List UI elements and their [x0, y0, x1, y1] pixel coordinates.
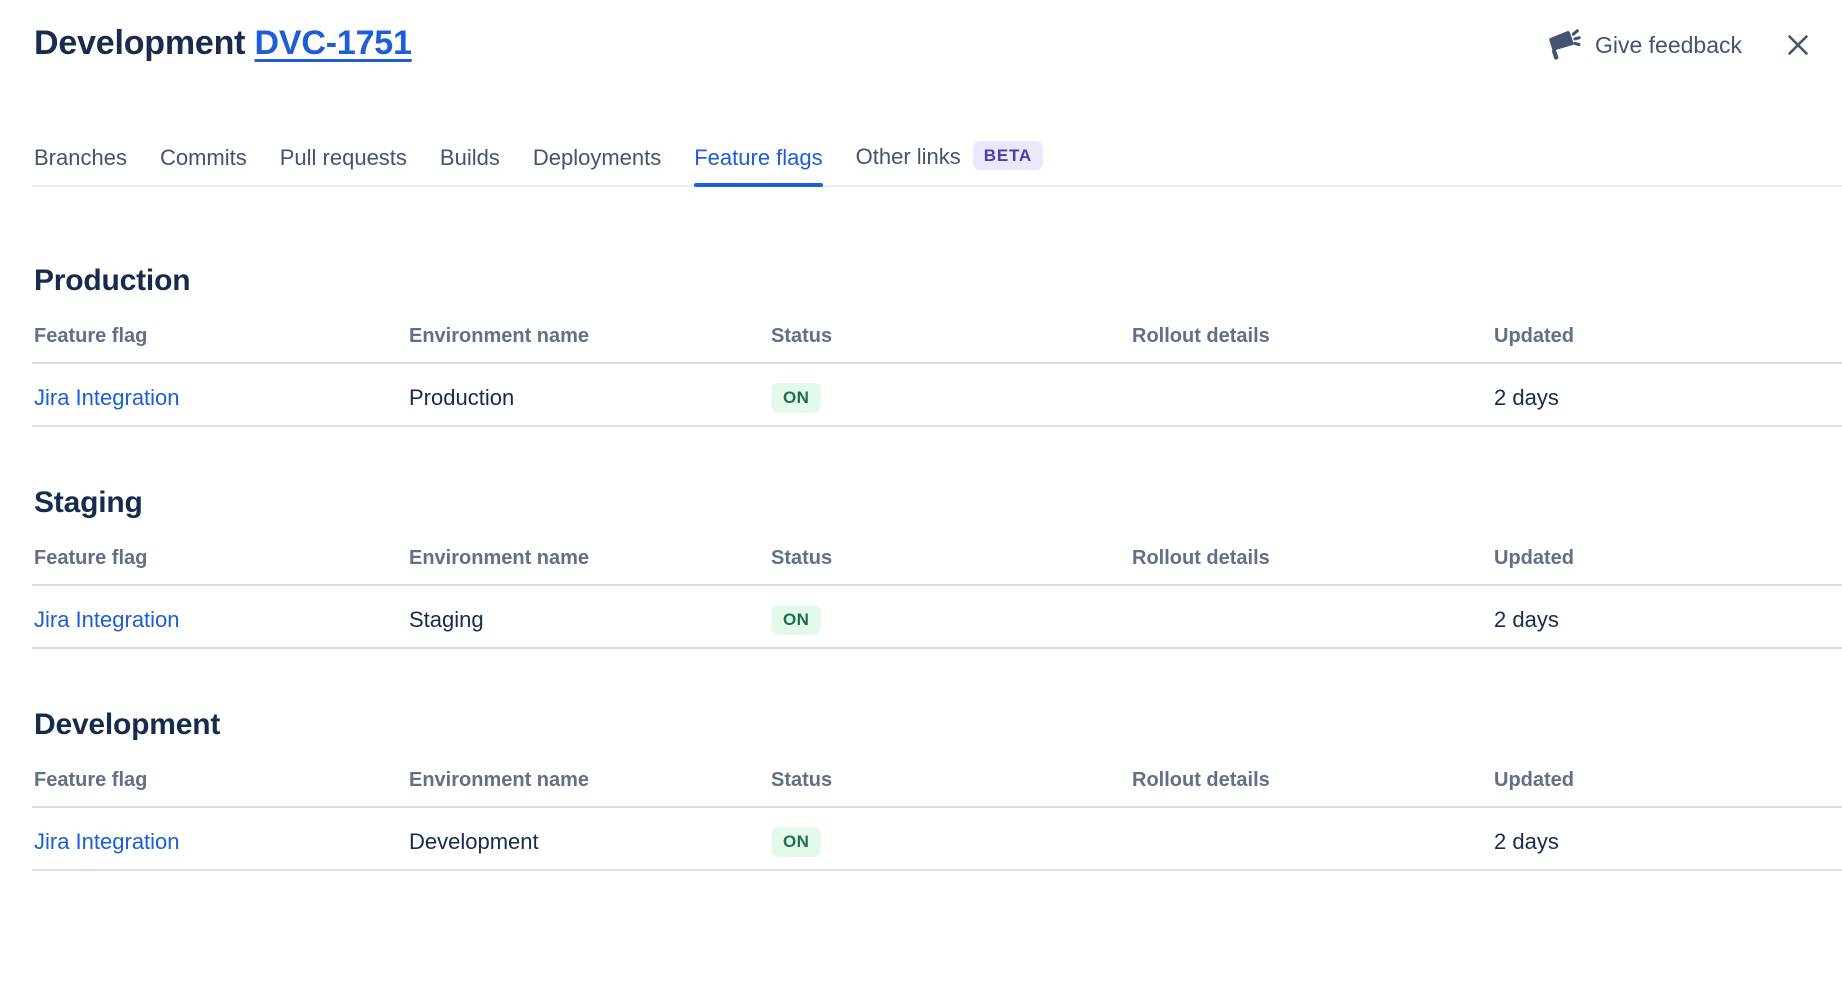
- col-header-status: Status: [771, 743, 1132, 807]
- feature-flag-link[interactable]: Jira Integration: [34, 385, 180, 410]
- section-heading: Staging: [34, 485, 1842, 521]
- status-badge: ON: [771, 383, 821, 413]
- col-header-status: Status: [771, 521, 1132, 585]
- col-header-rollout-details: Rollout details: [1132, 521, 1494, 585]
- col-header-feature-flag: Feature flag: [32, 521, 409, 585]
- tab-other-links-label: Other links: [856, 144, 961, 170]
- col-header-updated: Updated: [1494, 743, 1842, 807]
- table-header-row: Feature flag Environment name Status Rol…: [32, 743, 1842, 807]
- feature-flag-table: Feature flag Environment name Status Rol…: [32, 743, 1842, 871]
- rollout-details-cell: [1132, 807, 1494, 870]
- col-header-feature-flag: Feature flag: [32, 743, 409, 807]
- tab-other-links[interactable]: Other links BETA: [856, 142, 1043, 185]
- col-header-environment-name: Environment name: [409, 743, 771, 807]
- table-row: Jira Integration Staging ON 2 days: [32, 585, 1842, 648]
- environment-name-cell: Development: [409, 807, 771, 870]
- environment-name-cell: Staging: [409, 585, 771, 648]
- col-header-environment-name: Environment name: [409, 521, 771, 585]
- panel-header: Development DVC-1751 Give feedback: [0, 0, 1842, 64]
- tab-commits[interactable]: Commits: [160, 145, 247, 185]
- close-button[interactable]: [1784, 31, 1812, 59]
- feature-flag-link[interactable]: Jira Integration: [34, 607, 180, 632]
- table-row: Jira Integration Production ON 2 days: [32, 363, 1842, 426]
- header-actions: Give feedback: [1545, 28, 1812, 62]
- table-header-row: Feature flag Environment name Status Rol…: [32, 299, 1842, 363]
- table-header-row: Feature flag Environment name Status Rol…: [32, 521, 1842, 585]
- page-title: Development DVC-1751: [34, 22, 412, 64]
- give-feedback-button[interactable]: Give feedback: [1545, 28, 1742, 62]
- tab-feature-flags[interactable]: Feature flags: [694, 145, 822, 185]
- tab-bar: Branches Commits Pull requests Builds De…: [32, 64, 1842, 187]
- tab-deployments[interactable]: Deployments: [533, 145, 661, 185]
- issue-key-link[interactable]: DVC-1751: [255, 24, 412, 62]
- section-heading: Development: [34, 707, 1842, 743]
- col-header-updated: Updated: [1494, 521, 1842, 585]
- tab-builds[interactable]: Builds: [440, 145, 500, 185]
- tab-pull-requests[interactable]: Pull requests: [280, 145, 407, 185]
- status-badge: ON: [771, 827, 821, 857]
- section-development: Development Feature flag Environment nam…: [0, 707, 1842, 871]
- page-title-text: Development: [34, 24, 245, 62]
- col-header-status: Status: [771, 299, 1132, 363]
- updated-cell: 2 days: [1494, 363, 1842, 426]
- feature-flag-table: Feature flag Environment name Status Rol…: [32, 521, 1842, 649]
- col-header-feature-flag: Feature flag: [32, 299, 409, 363]
- feature-flags-panel: Production Feature flag Environment name…: [0, 263, 1842, 871]
- updated-cell: 2 days: [1494, 585, 1842, 648]
- section-heading: Production: [34, 263, 1842, 299]
- col-header-environment-name: Environment name: [409, 299, 771, 363]
- beta-badge: BETA: [973, 141, 1043, 170]
- rollout-details-cell: [1132, 363, 1494, 426]
- rollout-details-cell: [1132, 585, 1494, 648]
- tab-branches[interactable]: Branches: [34, 145, 127, 185]
- environment-name-cell: Production: [409, 363, 771, 426]
- feature-flag-table: Feature flag Environment name Status Rol…: [32, 299, 1842, 427]
- col-header-updated: Updated: [1494, 299, 1842, 363]
- feature-flag-link[interactable]: Jira Integration: [34, 829, 180, 854]
- col-header-rollout-details: Rollout details: [1132, 743, 1494, 807]
- give-feedback-label: Give feedback: [1595, 32, 1742, 59]
- updated-cell: 2 days: [1494, 807, 1842, 870]
- table-row: Jira Integration Development ON 2 days: [32, 807, 1842, 870]
- section-production: Production Feature flag Environment name…: [0, 263, 1842, 427]
- section-staging: Staging Feature flag Environment name St…: [0, 485, 1842, 649]
- col-header-rollout-details: Rollout details: [1132, 299, 1494, 363]
- megaphone-icon: [1545, 28, 1581, 62]
- close-icon: [1784, 31, 1812, 59]
- status-badge: ON: [771, 605, 821, 635]
